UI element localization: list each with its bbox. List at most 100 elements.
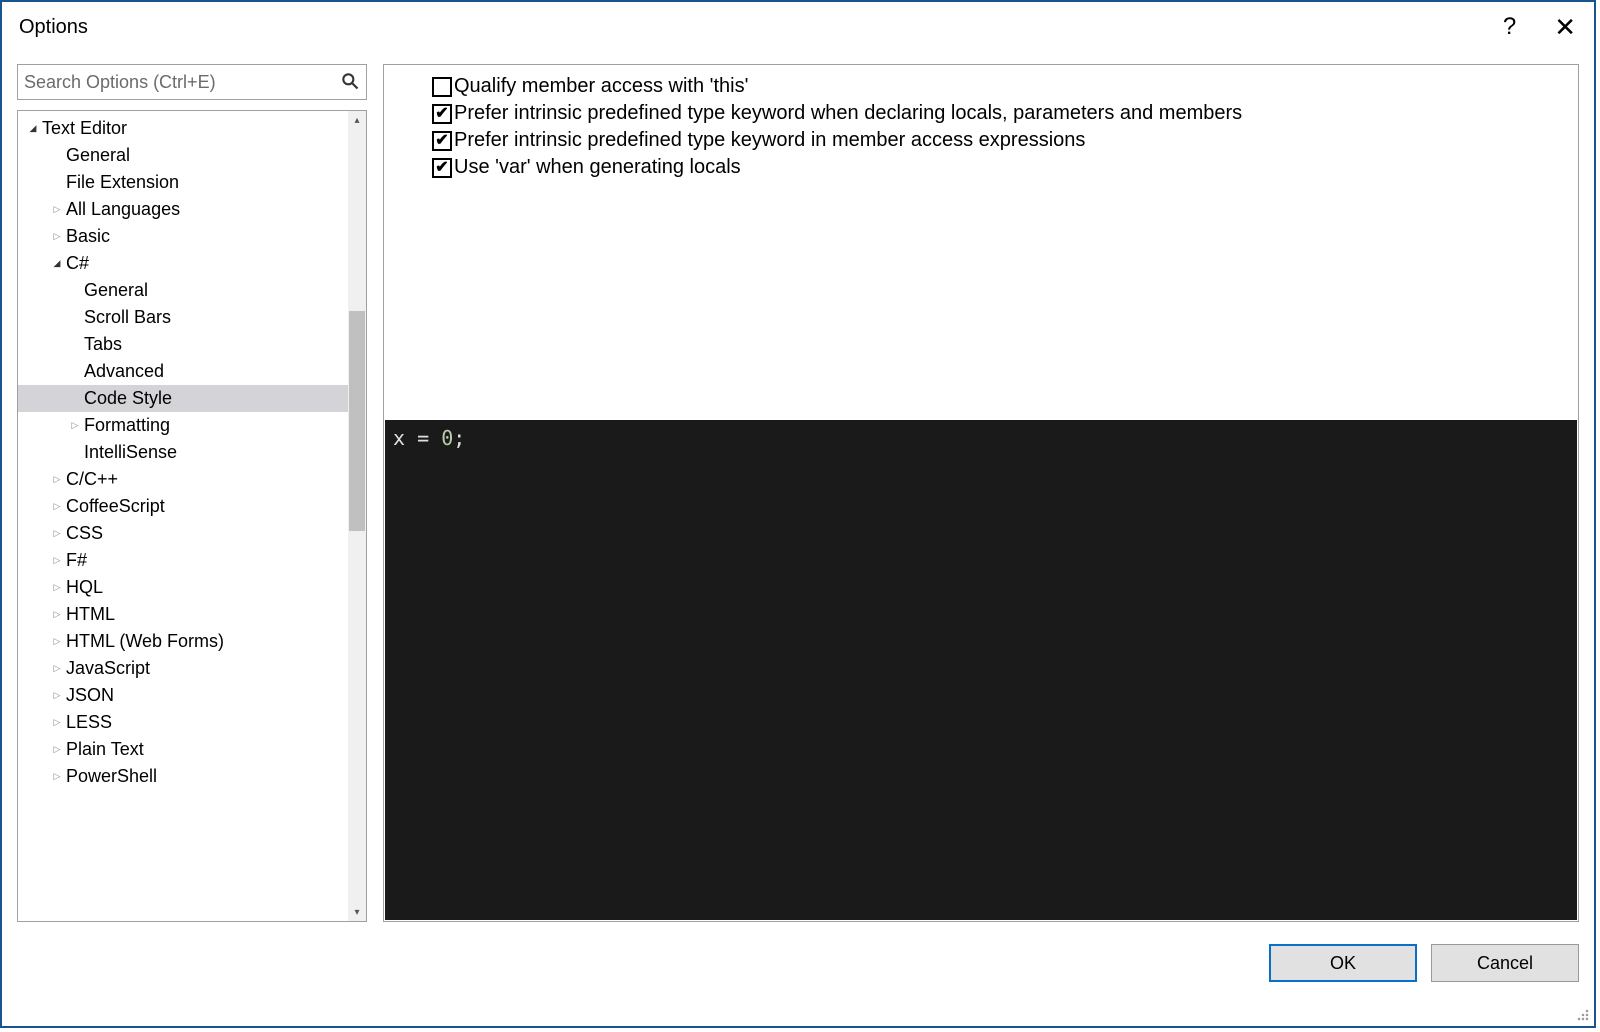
scroll-thumb[interactable] [349, 311, 365, 531]
help-button[interactable]: ? [1503, 13, 1516, 41]
search-icon[interactable] [340, 71, 360, 94]
tree-item-hql[interactable]: HQL [18, 574, 366, 601]
chevron-collapsed-icon[interactable] [50, 771, 64, 782]
close-button[interactable]: ✕ [1554, 12, 1584, 43]
tree-item-label: Code Style [84, 388, 172, 409]
chevron-collapsed-icon[interactable] [50, 501, 64, 512]
tree-item-text-editor[interactable]: Text Editor [18, 115, 366, 142]
tree-item-label: Plain Text [66, 739, 144, 760]
tree-item-plain-text[interactable]: Plain Text [18, 736, 366, 763]
option-row: Prefer intrinsic predefined type keyword… [432, 129, 1568, 152]
chevron-collapsed-icon[interactable] [50, 204, 64, 215]
dialog-content: Text Editor General File Extension All Lang… [2, 52, 1594, 922]
tree-item-tabs[interactable]: Tabs [18, 331, 366, 358]
option-label: Qualify member access with 'this' [454, 75, 748, 98]
tree-item-label: Tabs [84, 334, 122, 355]
tree-item-css[interactable]: CSS [18, 520, 366, 547]
chevron-expanded-icon[interactable] [26, 123, 40, 134]
chevron-collapsed-icon[interactable] [68, 420, 82, 431]
option-row: Prefer intrinsic predefined type keyword… [432, 102, 1568, 125]
chevron-collapsed-icon[interactable] [50, 609, 64, 620]
window-title: Options [19, 16, 88, 39]
tree-item-label: JavaScript [66, 658, 150, 679]
chevron-collapsed-icon[interactable] [50, 528, 64, 539]
checkbox[interactable] [432, 131, 452, 151]
chevron-collapsed-icon[interactable] [50, 582, 64, 593]
option-row: Qualify member access with 'this' [432, 75, 1568, 98]
tree-item-powershell[interactable]: PowerShell [18, 763, 366, 790]
tree-item-all-languages[interactable]: All Languages [18, 196, 366, 223]
search-box[interactable] [17, 64, 367, 100]
code-style-options: Qualify member access with 'this' Prefer … [384, 65, 1578, 420]
tree-item-label: Formatting [84, 415, 170, 436]
chevron-collapsed-icon[interactable] [50, 663, 64, 674]
tree-item-c-[interactable]: C# [18, 250, 366, 277]
options-tree: Text Editor General File Extension All Lang… [17, 110, 367, 922]
tree-item-less[interactable]: LESS [18, 709, 366, 736]
scroll-up-icon[interactable]: ▴ [348, 111, 366, 129]
left-panel: Text Editor General File Extension All Lang… [17, 64, 367, 922]
search-input[interactable] [24, 72, 340, 93]
tree-item-json[interactable]: JSON [18, 682, 366, 709]
tree-item-label: File Extension [66, 172, 179, 193]
tree-item-coffeescript[interactable]: CoffeeScript [18, 493, 366, 520]
tree-item-general[interactable]: General [18, 142, 366, 169]
chevron-collapsed-icon[interactable] [50, 231, 64, 242]
tree-item-formatting[interactable]: Formatting [18, 412, 366, 439]
tree-item-label: C/C++ [66, 469, 118, 490]
tree-item-html-web-forms-[interactable]: HTML (Web Forms) [18, 628, 366, 655]
chevron-collapsed-icon[interactable] [50, 474, 64, 485]
tree-item-label: General [84, 280, 148, 301]
ok-button[interactable]: OK [1269, 944, 1417, 982]
chevron-expanded-icon[interactable] [50, 258, 64, 269]
chevron-collapsed-icon[interactable] [50, 690, 64, 701]
checkbox[interactable] [432, 158, 452, 178]
scroll-down-icon[interactable]: ▾ [348, 903, 366, 921]
tree-item-label: LESS [66, 712, 112, 733]
option-label: Prefer intrinsic predefined type keyword… [454, 102, 1242, 125]
tree-item-label: F# [66, 550, 87, 571]
chevron-collapsed-icon[interactable] [50, 555, 64, 566]
tree-item-intellisense[interactable]: IntelliSense [18, 439, 366, 466]
options-dialog: Options ? ✕ Text Editor General File Exten… [0, 0, 1596, 1028]
tree-item-scroll-bars[interactable]: Scroll Bars [18, 304, 366, 331]
tree-item-label: General [66, 145, 130, 166]
tree-item-advanced[interactable]: Advanced [18, 358, 366, 385]
cancel-button[interactable]: Cancel [1431, 944, 1579, 982]
tree-item-html[interactable]: HTML [18, 601, 366, 628]
tree-item-label: HTML [66, 604, 115, 625]
tree-item-label: CSS [66, 523, 103, 544]
checkbox[interactable] [432, 104, 452, 124]
chevron-collapsed-icon[interactable] [50, 717, 64, 728]
tree-item-javascript[interactable]: JavaScript [18, 655, 366, 682]
tree-item-label: Advanced [84, 361, 164, 382]
tree-item-label: Basic [66, 226, 110, 247]
tree-scrollbar[interactable]: ▴ ▾ [348, 111, 366, 921]
chevron-collapsed-icon[interactable] [50, 744, 64, 755]
tree-item-c-c-[interactable]: C/C++ [18, 466, 366, 493]
checkbox[interactable] [432, 77, 452, 97]
tree-item-basic[interactable]: Basic [18, 223, 366, 250]
title-bar: Options ? ✕ [2, 2, 1594, 52]
resize-grip-icon[interactable] [1576, 1008, 1590, 1022]
tree-item-f-[interactable]: F# [18, 547, 366, 574]
right-panel: Qualify member access with 'this' Prefer … [383, 64, 1579, 922]
tree-item-label: CoffeeScript [66, 496, 165, 517]
tree-item-label: PowerShell [66, 766, 157, 787]
code-preview: x = 0; [385, 420, 1577, 920]
tree-item-label: Scroll Bars [84, 307, 171, 328]
tree-item-code-style[interactable]: Code Style [18, 385, 366, 412]
tree-item-label: JSON [66, 685, 114, 706]
tree-item-label: HQL [66, 577, 103, 598]
tree-item-general[interactable]: General [18, 277, 366, 304]
tree-item-label: All Languages [66, 199, 180, 220]
tree-item-label: HTML (Web Forms) [66, 631, 224, 652]
tree-item-label: IntelliSense [84, 442, 177, 463]
tree-item-file-extension[interactable]: File Extension [18, 169, 366, 196]
dialog-button-bar: OK Cancel [2, 922, 1594, 1004]
option-label: Use 'var' when generating locals [454, 156, 741, 179]
chevron-collapsed-icon[interactable] [50, 636, 64, 647]
option-row: Use 'var' when generating locals [432, 156, 1568, 179]
option-label: Prefer intrinsic predefined type keyword… [454, 129, 1085, 152]
tree-item-label: Text Editor [42, 118, 127, 139]
